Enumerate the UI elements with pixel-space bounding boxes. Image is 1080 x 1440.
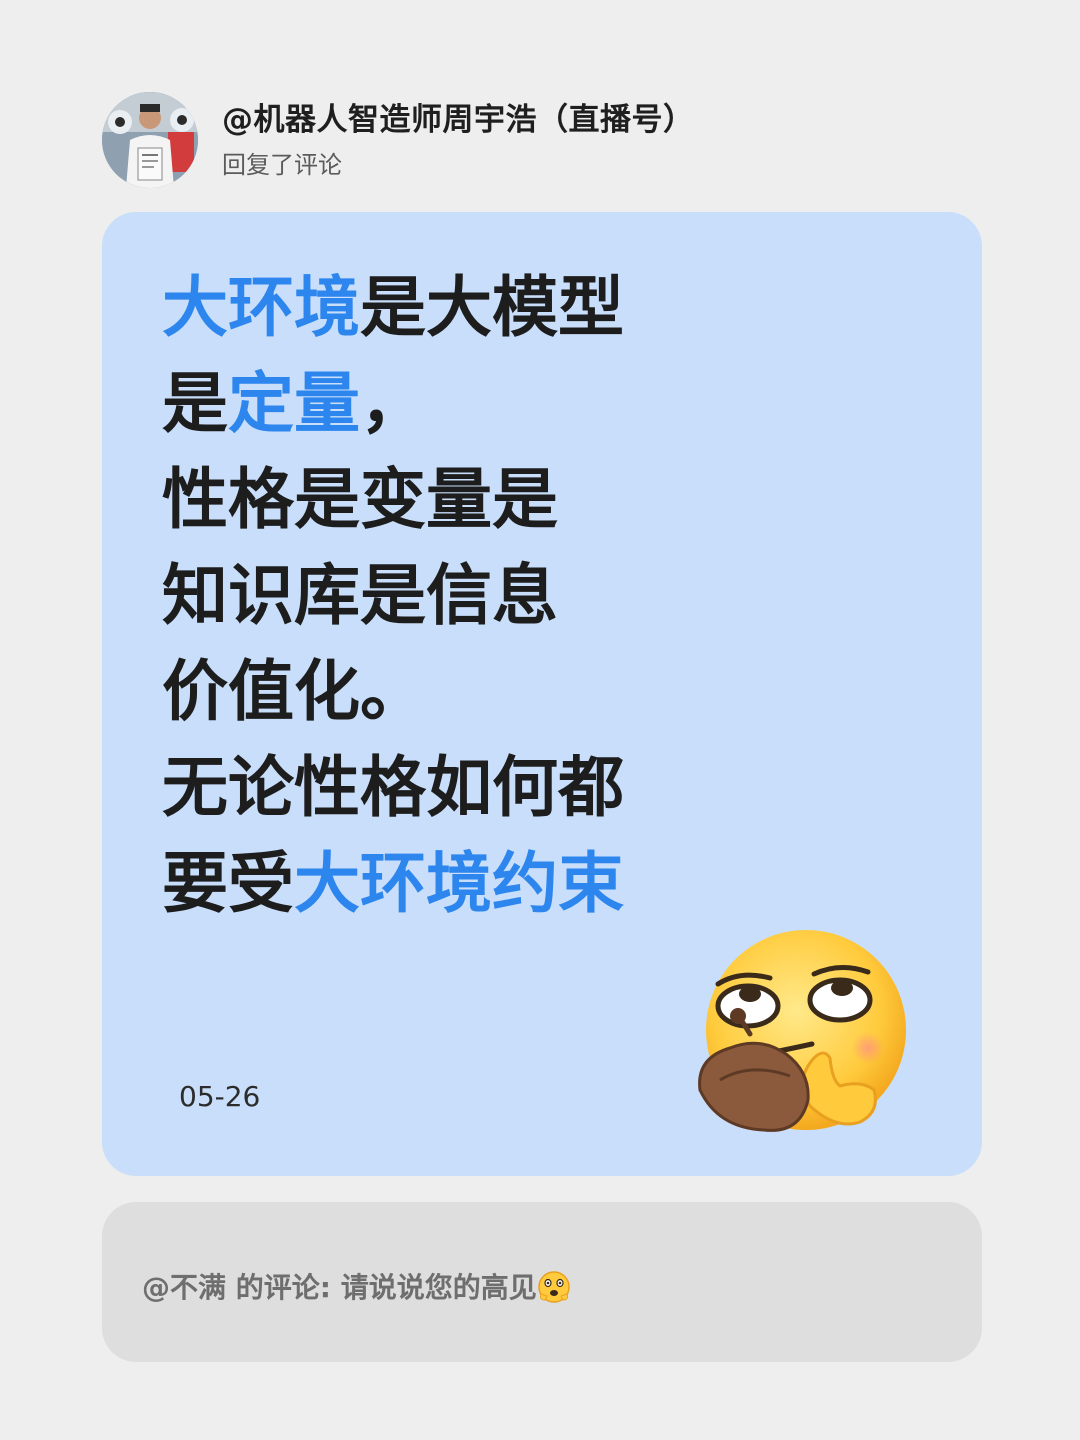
reply-text-line: 知识库是信息 (162, 548, 624, 644)
username[interactable]: @机器人智造师周宇浩（直播号） (222, 94, 695, 139)
comment-label: 的评论: (235, 1271, 331, 1304)
page: @机器人智造师周宇浩（直播号） 回复了评论 大环境是大模型 是定量， 性格是变量是知… (0, 0, 1080, 1440)
highlighted-text: 定量 (228, 365, 360, 442)
shocked-face-emoji-icon (537, 1271, 570, 1303)
user-avatar-icon[interactable] (102, 92, 198, 188)
plain-text: ， (360, 365, 426, 442)
comment-user[interactable]: @不满 (142, 1271, 226, 1304)
reply-text-line: 大环境是大模型 (162, 260, 624, 356)
original-comment-box[interactable]: @不满 的评论: 请说说您的高见 (102, 1202, 982, 1362)
highlighted-text: 大环境 (162, 269, 360, 346)
reply-header: @机器人智造师周宇浩（直播号） 回复了评论 (102, 92, 695, 188)
plain-text: 是 (162, 365, 228, 442)
reply-text-line: 价值化。 (162, 644, 624, 740)
reply-date: 05-26 (179, 1080, 261, 1113)
plain-text: 价值化。 (162, 653, 426, 730)
reply-text-line: 性格是变量是 (162, 452, 624, 548)
reply-text: 大环境是大模型 是定量， 性格是变量是 知识库是信息 价值化。 无论性格如何都 要受大环境约… (162, 260, 624, 932)
comment-text: 请说说您的高见 (340, 1271, 537, 1304)
thinking-face-emoji-icon (698, 930, 906, 1132)
plain-text: 是大模型 (360, 269, 624, 346)
plain-text: 无论性格如何都 (162, 749, 624, 826)
reply-text-line: 是定量， (162, 356, 624, 452)
reply-card: 大环境是大模型 是定量， 性格是变量是 知识库是信息 价值化。 无论性格如何都 要受大环境约… (102, 212, 982, 1176)
reply-action-text: 回复了评论 (222, 151, 342, 179)
plain-text: 知识库是信息 (162, 557, 558, 634)
reply-text-line: 无论性格如何都 (162, 740, 624, 836)
plain-text: 要受 (162, 845, 294, 922)
highlighted-text: 大环境约束 (294, 845, 624, 922)
original-comment: @不满 的评论: 请说说您的高见 (142, 1266, 571, 1306)
plain-text: 性格是变量是 (162, 461, 558, 538)
reply-text-line: 要受大环境约束 (162, 836, 624, 932)
